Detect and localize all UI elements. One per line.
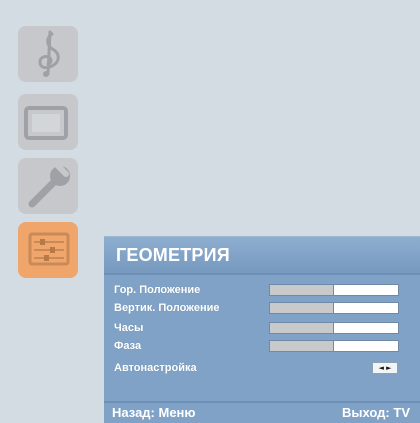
exit-hint[interactable]: Выход: TV bbox=[342, 405, 410, 420]
category-geometry[interactable] bbox=[16, 220, 80, 280]
monitor-icon bbox=[18, 94, 78, 150]
h-position-slider[interactable] bbox=[269, 284, 399, 296]
left-right-arrows-icon[interactable]: ◄ ► bbox=[372, 362, 398, 374]
setting-label: Вертик. Положение bbox=[114, 302, 220, 314]
setting-row-clock[interactable]: Часы bbox=[104, 319, 420, 337]
tv-osd-screen: ГЕОМЕТРИЯ Гор. Положение Вертик. Положен… bbox=[0, 0, 420, 423]
setting-label: Автонастройка bbox=[114, 362, 197, 374]
geometry-panel: ГЕОМЕТРИЯ Гор. Положение Вертик. Положен… bbox=[104, 236, 420, 423]
setting-row-phase[interactable]: Фаза bbox=[104, 337, 420, 355]
setting-row-h-position[interactable]: Гор. Положение bbox=[104, 281, 420, 299]
setting-row-autoadjust[interactable]: Автонастройка ◄ ► bbox=[104, 359, 420, 377]
v-position-slider[interactable] bbox=[269, 302, 399, 314]
osd-category-menu bbox=[0, 0, 104, 420]
category-picture[interactable] bbox=[16, 92, 80, 152]
category-setup[interactable] bbox=[16, 156, 80, 216]
panel-title: ГЕОМЕТРИЯ bbox=[104, 237, 420, 273]
slider-fill bbox=[270, 341, 334, 351]
clock-slider[interactable] bbox=[269, 322, 399, 334]
category-audio[interactable] bbox=[16, 24, 80, 84]
slider-fill bbox=[270, 323, 334, 333]
geometry-sliders-icon bbox=[18, 222, 78, 278]
setting-label: Фаза bbox=[114, 340, 142, 352]
back-hint[interactable]: Назад: Меню bbox=[112, 405, 196, 420]
setting-label: Гор. Положение bbox=[114, 284, 201, 296]
phase-slider[interactable] bbox=[269, 340, 399, 352]
setting-row-v-position[interactable]: Вертик. Положение bbox=[104, 299, 420, 317]
music-note-icon bbox=[18, 26, 78, 82]
wrench-icon bbox=[18, 158, 78, 214]
setting-label: Часы bbox=[114, 322, 144, 334]
title-divider bbox=[104, 273, 420, 275]
slider-fill bbox=[270, 303, 334, 313]
slider-fill bbox=[270, 285, 334, 295]
